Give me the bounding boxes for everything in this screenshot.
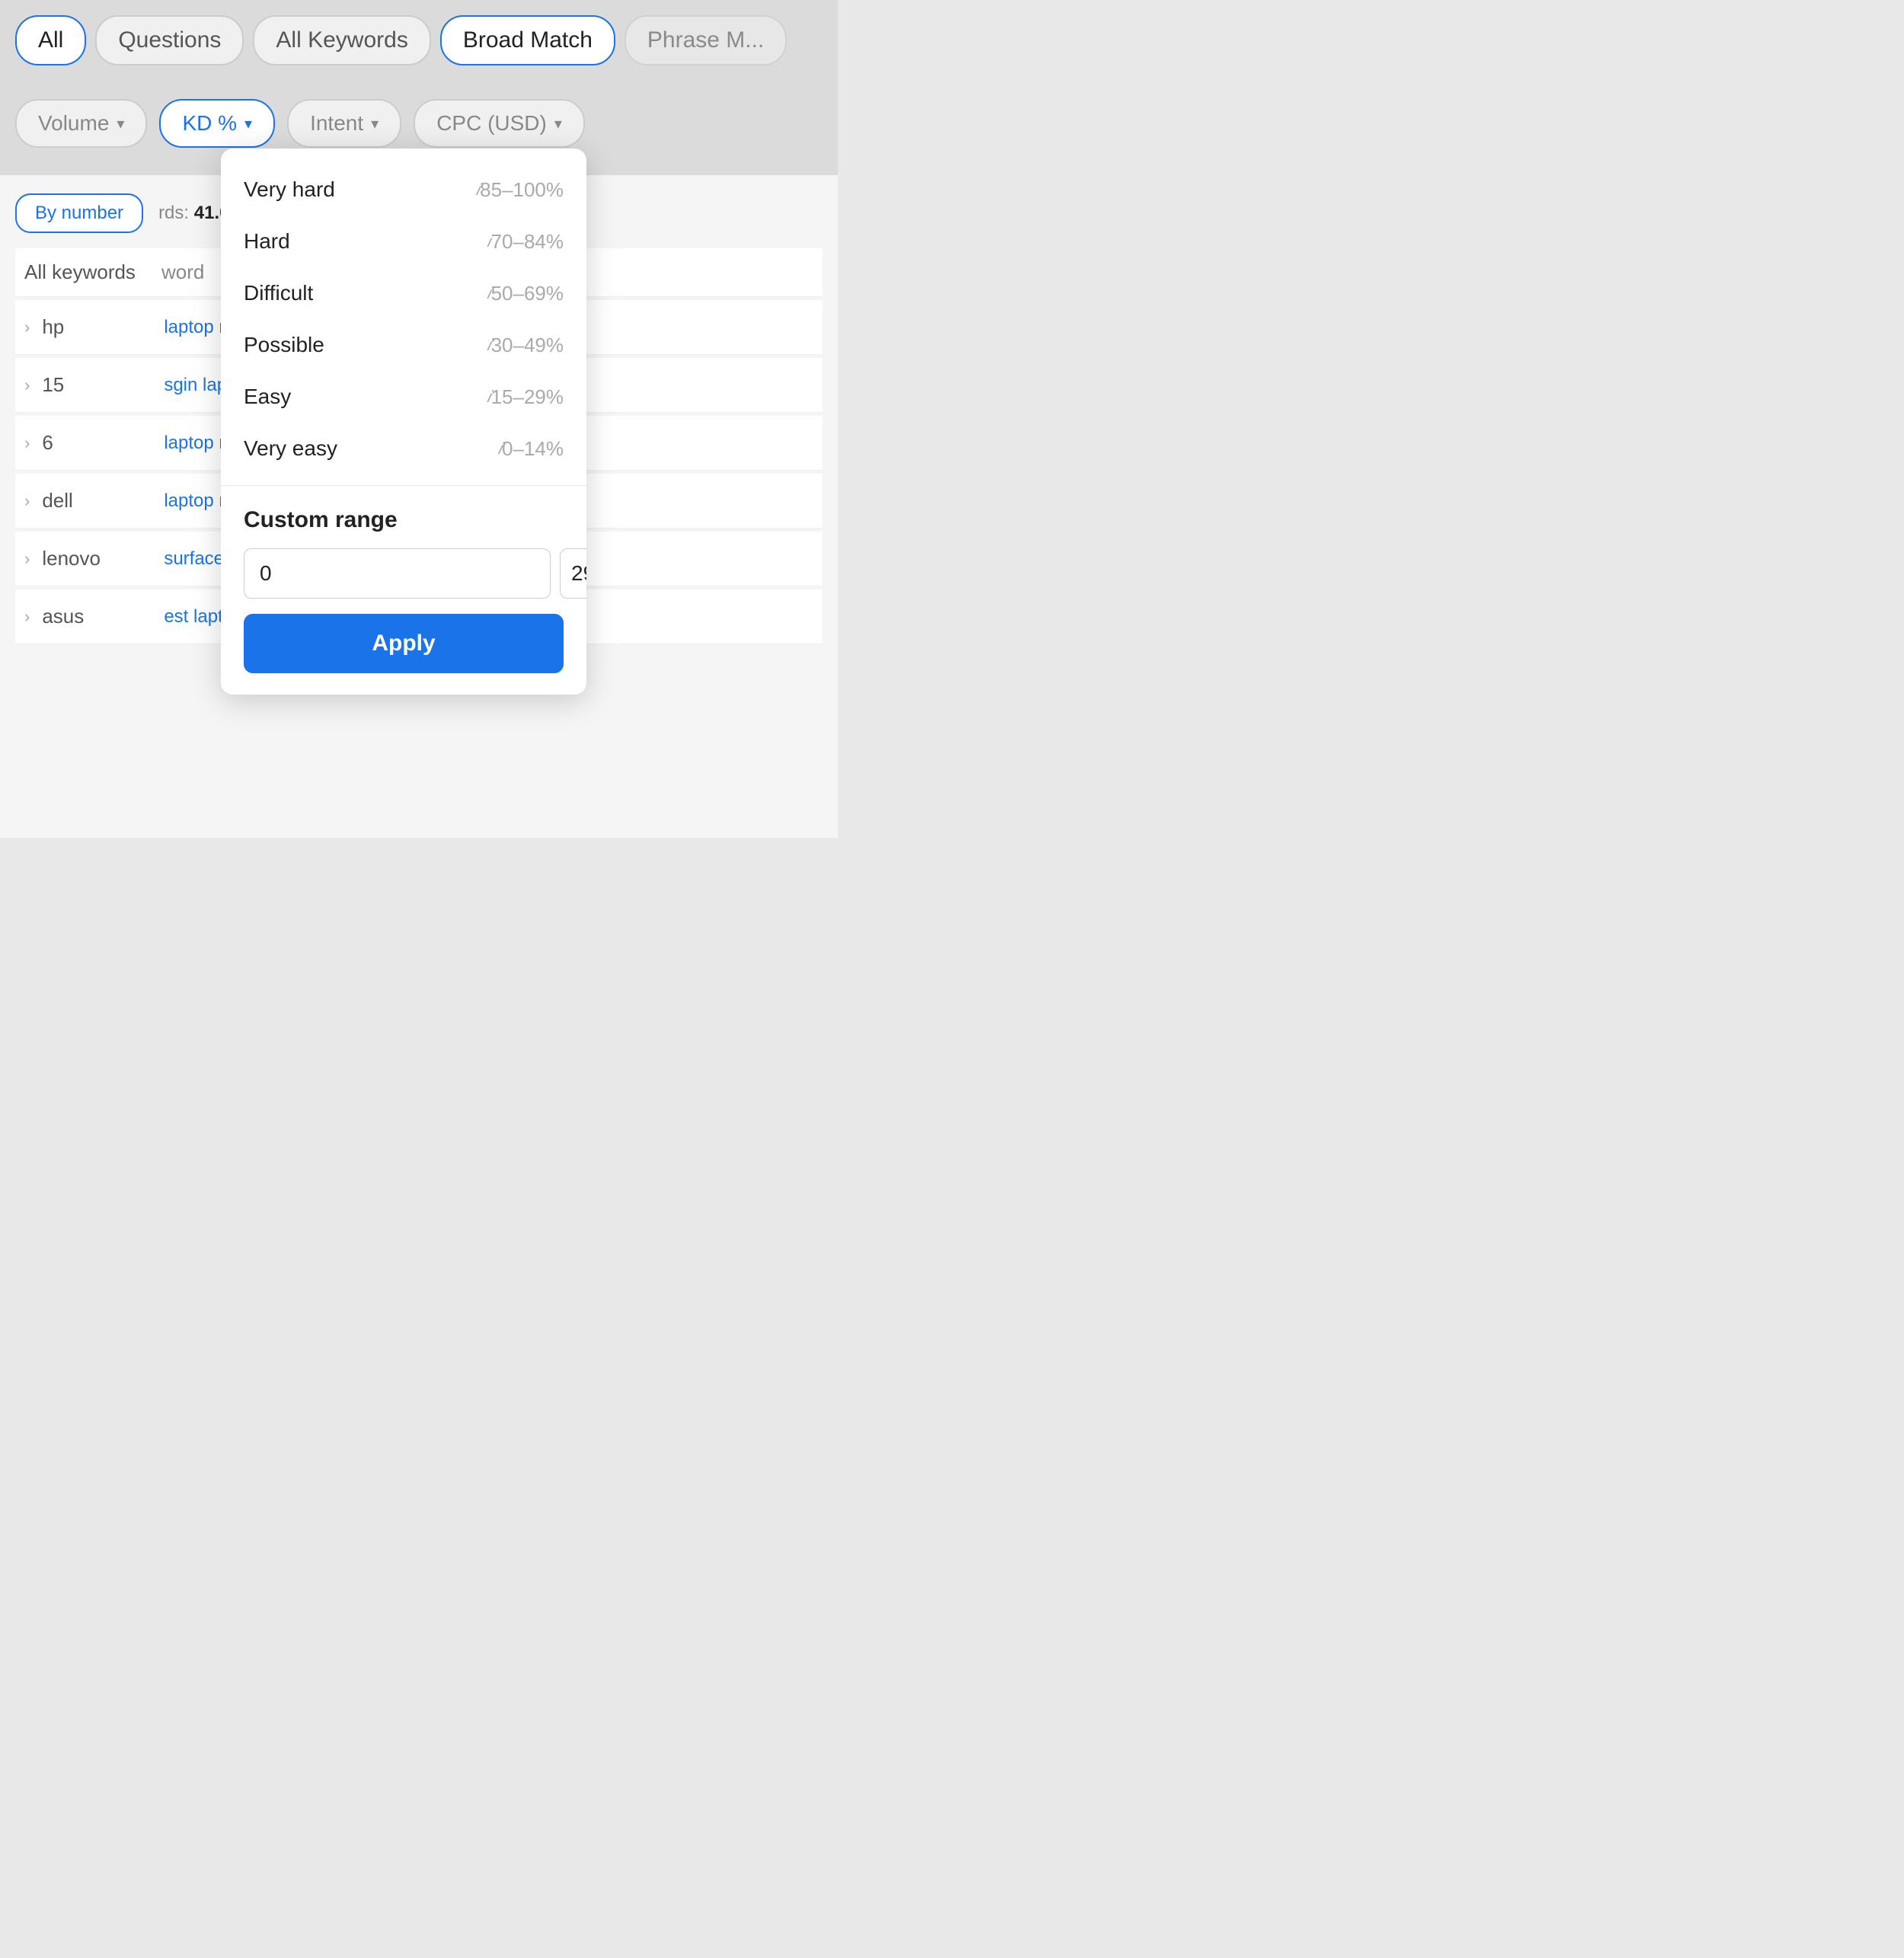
kd-dropdown: Very hard 𝑖 85–100% Hard 𝑖 70–84% Diffic… bbox=[221, 149, 586, 695]
item-label-difficult: Difficult bbox=[244, 281, 479, 305]
cpc-filter[interactable]: CPC (USD) ▾ bbox=[414, 99, 585, 148]
row-keyword-15: 15 bbox=[42, 373, 164, 397]
item-range-hard: 70–84% bbox=[491, 230, 564, 254]
kd-filter[interactable]: KD % ▾ bbox=[159, 99, 275, 148]
item-label-easy: Easy bbox=[244, 385, 479, 409]
dropdown-item-very-easy[interactable]: Very easy 𝑖 0–14% bbox=[221, 423, 586, 474]
item-range-very-hard: 85–100% bbox=[480, 178, 564, 202]
intent-filter[interactable]: Intent ▾ bbox=[287, 99, 401, 148]
item-range-difficult: 50–69% bbox=[491, 282, 564, 305]
dropdown-item-hard[interactable]: Hard 𝑖 70–84% bbox=[221, 216, 586, 267]
intent-chevron-icon: ▾ bbox=[371, 114, 379, 133]
kd-chevron-icon: ▾ bbox=[244, 114, 252, 133]
filter-bar: Volume ▾ KD % ▾ Intent ▾ CPC (USD) ▾ bbox=[15, 99, 585, 148]
item-range-easy: 15–29% bbox=[491, 385, 564, 409]
range-to-input[interactable] bbox=[561, 549, 586, 598]
row-arrow-icon: › bbox=[24, 433, 30, 453]
custom-range-title: Custom range bbox=[244, 507, 564, 533]
row-keyword-lenovo: lenovo bbox=[42, 547, 164, 570]
dropdown-item-difficult[interactable]: Difficult 𝑖 50–69% bbox=[221, 267, 586, 319]
item-label-very-hard: Very hard bbox=[244, 177, 468, 202]
item-label-hard: Hard bbox=[244, 229, 479, 254]
row-arrow-icon: › bbox=[24, 318, 30, 337]
item-label-possible: Possible bbox=[244, 333, 479, 357]
all-keywords-label: All keywords bbox=[24, 260, 161, 284]
range-from-input[interactable] bbox=[244, 548, 551, 599]
row-arrow-icon: › bbox=[24, 607, 30, 627]
dropdown-item-possible[interactable]: Possible 𝑖 30–49% bbox=[221, 319, 586, 371]
tab-all[interactable]: All bbox=[15, 15, 86, 65]
dropdown-item-very-hard[interactable]: Very hard 𝑖 85–100% bbox=[221, 164, 586, 216]
range-inputs: ▲ ▼ bbox=[244, 548, 564, 599]
tab-broad-match[interactable]: Broad Match bbox=[440, 15, 615, 65]
tab-bar: All Questions All Keywords Broad Match P… bbox=[15, 15, 787, 65]
dropdown-item-easy[interactable]: Easy 𝑖 15–29% bbox=[221, 371, 586, 423]
keyword-column-label: word bbox=[161, 260, 204, 284]
by-number-button[interactable]: By number bbox=[15, 193, 143, 233]
cpc-chevron-icon: ▾ bbox=[554, 114, 562, 133]
row-keyword-6: 6 bbox=[42, 431, 164, 455]
item-range-very-easy: 0–14% bbox=[502, 437, 564, 461]
tab-all-keywords[interactable]: All Keywords bbox=[253, 15, 430, 65]
row-keyword-hp: hp bbox=[42, 315, 164, 339]
row-arrow-icon: › bbox=[24, 549, 30, 569]
tab-questions[interactable]: Questions bbox=[95, 15, 244, 65]
volume-chevron-icon: ▾ bbox=[117, 114, 124, 133]
volume-filter[interactable]: Volume ▾ bbox=[15, 99, 147, 148]
tab-phrase-m[interactable]: Phrase M... bbox=[625, 15, 787, 65]
apply-button[interactable]: Apply bbox=[244, 614, 564, 673]
row-arrow-icon: › bbox=[24, 375, 30, 395]
range-to-wrapper: ▲ ▼ bbox=[560, 548, 586, 599]
dropdown-divider bbox=[221, 485, 586, 486]
row-keyword-asus: asus bbox=[42, 605, 164, 628]
row-keyword-dell: dell bbox=[42, 489, 164, 513]
row-arrow-icon: › bbox=[24, 491, 30, 511]
item-label-very-easy: Very easy bbox=[244, 436, 490, 461]
custom-range-section: Custom range ▲ ▼ Apply bbox=[221, 489, 586, 695]
item-range-possible: 30–49% bbox=[491, 334, 564, 357]
dropdown-list: Very hard 𝑖 85–100% Hard 𝑖 70–84% Diffic… bbox=[221, 149, 586, 482]
